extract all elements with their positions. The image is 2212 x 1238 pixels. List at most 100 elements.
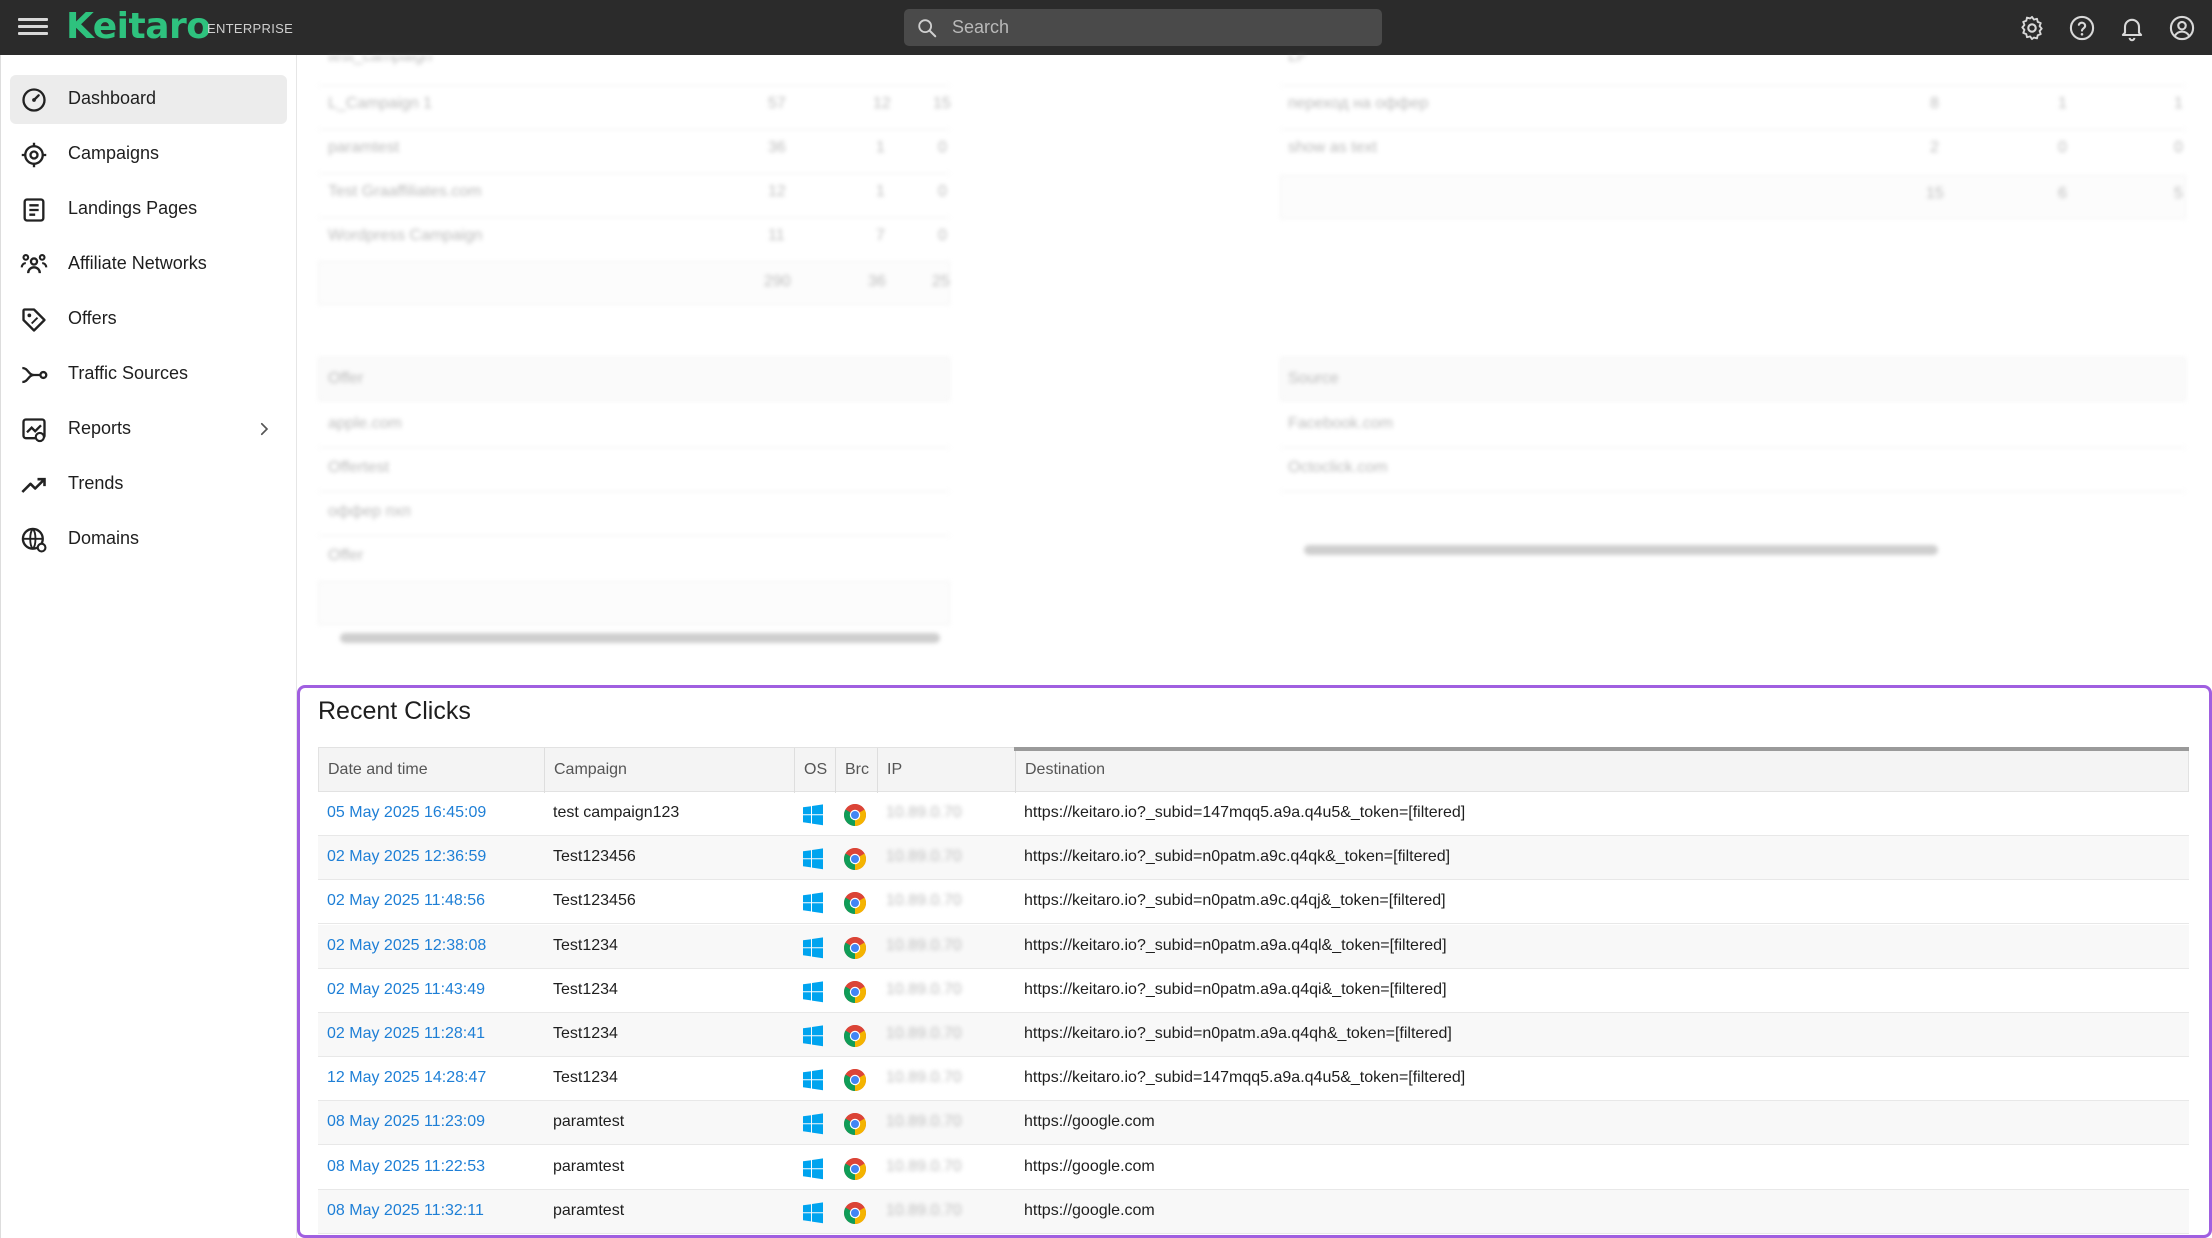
chrome-icon [843,847,867,871]
bg-total: 15 [1926,185,1944,202]
destination-url: https://keitaro.io?_subid=n0patm.a9a.q4q… [1024,936,1447,954]
click-datetime-link[interactable]: 05 May 2025 16:45:09 [327,804,486,822]
top-bar: Keitaro ENTERPRISE [0,0,2212,55]
campaign-name: Test1234 [553,936,618,954]
bg-sources-header: Source [1288,370,1339,387]
destination-url: https://keitaro.io?_subid=n0patm.a9a.q4q… [1024,980,1447,998]
column-header-browser[interactable]: Brc [845,761,869,779]
sidebar-item-label: Traffic Sources [68,363,189,383]
campaign-name: Test123456 [553,848,636,866]
bg-campaign-name: Test Graaffiliates.com [328,183,482,200]
account-icon[interactable] [2168,14,2196,42]
table-row[interactable]: 02 May 2025 11:28:41 Test1234 10.89.0.70 ht… [318,1013,2189,1057]
bg-landing-name: LP [1288,55,1308,65]
click-datetime-link[interactable]: 02 May 2025 11:48:56 [327,892,485,910]
table-header: Date and time Campaign OS Brc IP Destina… [318,747,2189,793]
ip-address: 10.89.0.70 [886,1069,962,1087]
sidebar-item-label: Dashboard [68,88,157,108]
click-datetime-link[interactable]: 08 May 2025 11:32:11 [327,1202,484,1220]
table-row[interactable]: 05 May 2025 16:45:09 test campaign123 10.8… [318,792,2189,836]
ip-address: 10.89.0.70 [886,892,962,910]
table-row[interactable]: 08 May 2025 11:32:11 paramtest 10.89.0.70 h… [318,1189,2189,1234]
table-row[interactable]: 02 May 2025 11:48:56 Test123456 10.89.0.70… [318,880,2189,925]
click-datetime-link[interactable]: 02 May 2025 12:38:08 [327,937,486,955]
bg-value: 0 [938,183,947,200]
click-datetime-link[interactable]: 08 May 2025 11:22:53 [327,1158,485,1176]
windows-icon [802,892,824,914]
bg-value: 57 [768,95,786,112]
windows-icon [802,848,824,870]
reports-icon [22,418,46,443]
bell-icon[interactable] [2118,14,2146,42]
search-icon [918,19,937,38]
bg-total: 290 [764,273,791,290]
bg-landing-name: переход на оффер [1288,95,1429,112]
bg-campaign-name: Wordpress Campaign [328,227,483,244]
windows-icon [802,1113,824,1135]
app-logo[interactable]: Keitaro [66,6,211,47]
bg-offer-name: apple.com [328,415,402,432]
chrome-icon [843,980,867,1004]
table-row[interactable]: 02 May 2025 12:38:08 Test1234 10.89.0.70 ht… [318,924,2189,969]
help-icon[interactable] [2068,14,2096,42]
windows-icon [802,936,824,959]
bg-value: 1 [2174,95,2183,112]
column-header-destination[interactable]: Destination [1025,761,1105,779]
table-row[interactable]: 02 May 2025 12:36:59 Test123456 10.89.0.70… [318,836,2189,881]
destination-url: https://keitaro.io?_subid=n0patm.a9a.q4q… [1024,1025,1452,1042]
bg-total: 25 [932,273,950,290]
campaign-name: Test1234 [553,1069,618,1087]
column-header-ip[interactable]: IP [887,761,902,779]
bg-value: 0 [2058,139,2067,156]
bg-value: 15 [933,95,951,112]
bg-value: 12 [768,183,786,200]
sidebar-item-domains[interactable]: Domains [10,515,287,564]
ip-address: 10.89.0.70 [886,848,962,866]
chevron-right-icon[interactable] [255,420,273,438]
destination-url: https://google.com [1024,1201,1155,1219]
sidebar-item-trends[interactable]: Trends [10,460,287,509]
column-header-os[interactable]: OS [804,761,827,779]
table-row[interactable]: 08 May 2025 11:23:09 paramtest 10.89.0.70 h… [318,1101,2189,1146]
bg-value: 1 [876,139,885,156]
bg-offer-name: Offertest [328,459,390,476]
click-datetime-link[interactable]: 08 May 2025 11:23:09 [327,1113,485,1131]
chrome-icon [843,1112,867,1136]
bg-value: 8 [1930,95,1939,112]
click-datetime-link[interactable]: 02 May 2025 12:36:59 [327,848,486,866]
sidebar-item-dashboard[interactable]: Dashboard [10,75,287,124]
table-row[interactable]: 12 May 2025 14:28:47 Test1234 10.89.0.70 ht… [318,1057,2189,1102]
search-box[interactable] [904,9,1382,46]
sidebar-item-label: Domains [68,528,140,548]
chrome-icon [843,891,867,915]
column-header-campaign[interactable]: Campaign [554,761,627,779]
bg-value: 1 [876,183,885,200]
bg-value: 12 [873,95,891,112]
edition-label: ENTERPRISE [207,21,294,36]
click-datetime-link[interactable]: 12 May 2025 14:28:47 [327,1069,486,1087]
windows-icon [802,804,824,826]
table-row[interactable]: 02 May 2025 11:43:49 Test1234 10.89.0.70 ht… [318,969,2189,1013]
sidebar-item-landing-pages[interactable]: Landings Pages [10,185,287,234]
tag-icon [22,308,46,332]
sidebar-item-traffic-sources[interactable]: Traffic Sources [10,350,287,399]
column-header-date[interactable]: Date and time [328,761,428,779]
bg-value: 7 [876,227,885,244]
bg-source-name: Octoclick.com [1288,459,1388,476]
ip-address: 10.89.0.70 [886,1025,962,1042]
sidebar-item-campaigns[interactable]: Campaigns [10,130,287,179]
users-network-icon [20,254,48,274]
traffic-source-icon [22,366,48,384]
campaign-name: paramtest [553,1113,625,1131]
sidebar-item-offers[interactable]: Offers [10,295,287,344]
click-datetime-link[interactable]: 02 May 2025 11:43:49 [327,981,485,999]
table-row[interactable]: 08 May 2025 11:22:53 paramtest 10.89.0.70 h… [318,1146,2189,1190]
sidebar-item-affiliate-networks[interactable]: Affiliate Networks [10,240,287,289]
gear-icon[interactable] [2018,14,2046,42]
search-input[interactable] [952,9,1372,46]
bg-campaign-name: L_Campaign 1 [328,95,433,112]
sidebar-item-reports[interactable]: Reports [10,405,287,454]
click-datetime-link[interactable]: 02 May 2025 11:28:41 [327,1025,485,1043]
hamburger-menu-icon[interactable] [18,14,48,40]
windows-icon [802,1157,824,1180]
